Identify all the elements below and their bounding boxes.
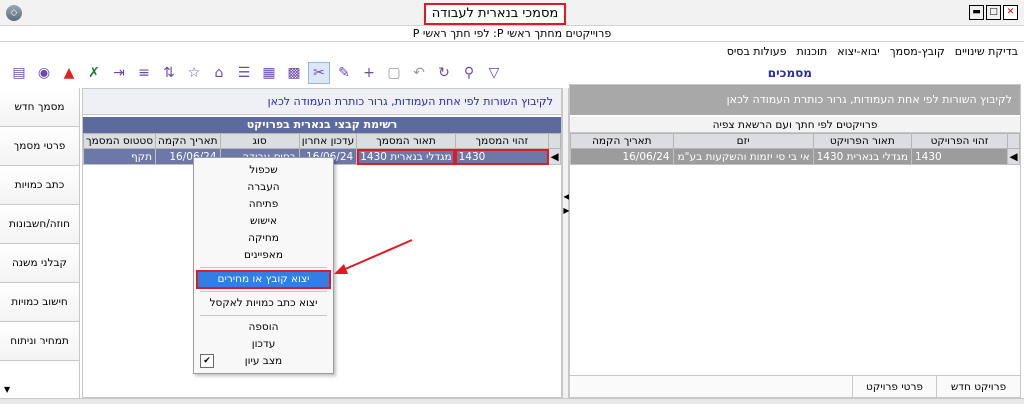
projects-panel: לקיבוץ השורות לפי אחת העמודות, גרור כותר… bbox=[569, 84, 1021, 398]
nav-subcontractors[interactable]: קבלני משנה bbox=[0, 244, 79, 283]
row-pointer-icon: ◀ bbox=[548, 148, 561, 165]
table-cell[interactable]: 16/06/24 bbox=[570, 148, 674, 165]
system-menu-icon[interactable]: ◇ bbox=[6, 5, 22, 21]
menu-item-delete[interactable]: מחיקה bbox=[194, 230, 333, 247]
table-row[interactable]: ◀ 1430 מגדלי בנארית 1430 אי בי סי יזמות … bbox=[570, 148, 1020, 165]
table-cell[interactable]: 1430 bbox=[911, 148, 1008, 165]
close-button[interactable]: ✕ bbox=[1003, 5, 1018, 20]
project-tabs: פרויקט חדש פרטי פרויקט bbox=[570, 375, 1020, 398]
table-cell[interactable]: אי בי סי יזמות והשקעות בע"מ bbox=[672, 148, 814, 165]
list-icon[interactable]: ≡ bbox=[133, 62, 155, 84]
nav-quantity-calculation[interactable]: חישוב כמויות bbox=[0, 283, 79, 322]
menu-item-approve[interactable]: אישוש bbox=[194, 213, 333, 230]
refresh-icon[interactable]: ↻ bbox=[433, 62, 455, 84]
section-title: מסמכים bbox=[767, 66, 812, 80]
column-header[interactable]: תאריך הקמה bbox=[570, 133, 674, 149]
column-header[interactable]: זהוי הפרויקט bbox=[911, 133, 1008, 149]
menu-basic-actions[interactable]: פעולות בסיס bbox=[727, 45, 787, 58]
group-by-hint[interactable]: לקיבוץ השורות לפי אחת העמודות, גרור כותר… bbox=[570, 85, 1020, 115]
menu-programs[interactable]: תוכנות bbox=[797, 45, 828, 58]
row-header-corner bbox=[548, 133, 561, 149]
qr-icon[interactable]: ▩ bbox=[283, 62, 305, 84]
edit-icon[interactable]: ✎ bbox=[333, 62, 355, 84]
align-icon[interactable]: ☰ bbox=[233, 62, 255, 84]
table-cell[interactable]: מגדלי בנארית 1430 bbox=[356, 148, 456, 165]
menu-divider bbox=[200, 291, 327, 292]
status-strip bbox=[0, 398, 1024, 404]
projects-grid-title: פרויקטים לפי חתך ועם הרשאת צפיה bbox=[570, 117, 1020, 133]
window-title: מסמכי בנארית לעבודה bbox=[424, 3, 566, 25]
left-nav: מסמך חדש פרטי מסמך כתב כמויות חוזה/חשבונ… bbox=[0, 88, 80, 398]
nav-contract-invoices[interactable]: חוזה/חשבונות bbox=[0, 205, 79, 244]
sort-icon[interactable]: ⇅ bbox=[158, 62, 180, 84]
menu-check-changes[interactable]: בדיקת שינויים bbox=[955, 45, 1018, 58]
pdf-icon[interactable]: ▲ bbox=[58, 62, 80, 84]
menu-item-view-state[interactable]: מצב עיון ✔ bbox=[194, 353, 333, 370]
filter-icon[interactable]: ▽ bbox=[483, 62, 505, 84]
save-icon[interactable]: ▢ bbox=[383, 62, 405, 84]
minimize-button[interactable]: ▬ bbox=[969, 5, 984, 20]
nav-bill-of-quantities[interactable]: כתב כמויות bbox=[0, 166, 79, 205]
tab-new-project[interactable]: פרויקט חדש bbox=[936, 376, 1020, 398]
archive-icon[interactable]: ▤ bbox=[8, 62, 30, 84]
window-controls: ▬ □ ✕ bbox=[969, 5, 1018, 20]
column-header[interactable]: יזם bbox=[672, 133, 814, 149]
table-icon[interactable]: ▦ bbox=[258, 62, 280, 84]
menu-divider bbox=[200, 315, 327, 316]
menu-item-move[interactable]: העברה bbox=[194, 179, 333, 196]
toolbar: ▤ ◉ ▲ ✗ ⇥ ≡ ⇅ ☆ ⌂ ☰ ▦ ▩ ✂ ✎ + ▢ ↶ ↻ ⚲ ▽ bbox=[8, 62, 505, 86]
menu-item-open[interactable]: פתיחה bbox=[194, 196, 333, 213]
view-icon[interactable]: ◉ bbox=[33, 62, 55, 84]
menu-item-duplicate[interactable]: שכפול bbox=[194, 162, 333, 179]
column-header[interactable]: זהוי המסמך bbox=[454, 133, 550, 149]
maximize-button[interactable]: □ bbox=[986, 5, 1001, 20]
row-pointer-icon: ◀ bbox=[1007, 148, 1020, 165]
search-icon[interactable]: ⚲ bbox=[458, 62, 480, 84]
scroll-down-icon[interactable]: ▼ bbox=[4, 385, 10, 394]
table-cell[interactable]: מגדלי בנארית 1430 bbox=[812, 148, 913, 165]
row-header-corner bbox=[1007, 133, 1020, 149]
documents-grid-title: רשימת קבצי בנארית בפרויקט bbox=[83, 117, 561, 133]
nav-document-details[interactable]: פרטי מסמך bbox=[0, 127, 79, 166]
column-header[interactable]: סוג bbox=[219, 133, 300, 149]
indent-icon[interactable]: ⇥ bbox=[108, 62, 130, 84]
menu-import-export[interactable]: יבוא-יצוא bbox=[837, 45, 879, 58]
undo-icon[interactable]: ↶ bbox=[408, 62, 430, 84]
view-state-label: מצב עיון bbox=[244, 355, 283, 367]
group-by-hint[interactable]: לקיבוץ השורות לפי אחת העמודות, גרור כותר… bbox=[83, 89, 561, 115]
menu-file-document[interactable]: קובץ-מסמך bbox=[890, 45, 945, 58]
nav-new-document[interactable]: מסמך חדש bbox=[0, 88, 79, 127]
tab-project-details[interactable]: פרטי פרויקט bbox=[852, 376, 936, 398]
nav-pricing-analysis[interactable]: תמחיר וניתוח bbox=[0, 322, 79, 361]
projects-table: זהוי הפרויקט תאור הפרויקט יזם תאריך הקמה… bbox=[570, 133, 1020, 165]
title-bar: ◇ מסמכי בנארית לעבודה ▬ □ ✕ bbox=[0, 0, 1024, 26]
column-header[interactable]: עדכון אחרון bbox=[298, 133, 358, 149]
panel-splitter[interactable]: ◀ ▶ bbox=[562, 88, 570, 398]
column-header[interactable]: תאור הפרויקט bbox=[812, 133, 913, 149]
cut-icon[interactable]: ✂ bbox=[308, 62, 330, 84]
menu-bar: פעולות בסיס תוכנות יבוא-יצוא קובץ-מסמך ב… bbox=[727, 45, 1018, 58]
column-header[interactable]: תאור המסמך bbox=[356, 133, 456, 149]
table-cell[interactable]: תקף bbox=[82, 148, 157, 165]
menu-item-export-excel[interactable]: יצוא כתב כמויות לאקסל bbox=[194, 295, 333, 312]
checkbox-icon[interactable]: ✔ bbox=[200, 354, 214, 368]
menu-item-export-file[interactable]: יצוא קובץ או מחירים bbox=[196, 270, 331, 289]
star-icon[interactable]: ☆ bbox=[183, 62, 205, 84]
project-subtitle: פרוייקטים מחתך ראשי P: לפי חתך ראשי P bbox=[0, 26, 1024, 42]
menu-item-add[interactable]: הוספה bbox=[194, 319, 333, 336]
column-header[interactable]: תאריך הקמה bbox=[155, 133, 221, 149]
bookmark-icon[interactable]: ⌂ bbox=[208, 62, 230, 84]
menu-divider bbox=[200, 267, 327, 268]
menu-item-properties[interactable]: מאפיינים bbox=[194, 247, 333, 264]
context-menu: שכפול העברה פתיחה אישוש מחיקה מאפיינים י… bbox=[193, 157, 334, 374]
plus-icon[interactable]: + bbox=[358, 62, 380, 84]
column-header[interactable]: סטטוס המסמך bbox=[82, 133, 157, 149]
table-cell[interactable]: 1430 bbox=[454, 148, 550, 165]
excel-icon[interactable]: ✗ bbox=[83, 62, 105, 84]
menu-item-update[interactable]: עדכון bbox=[194, 336, 333, 353]
